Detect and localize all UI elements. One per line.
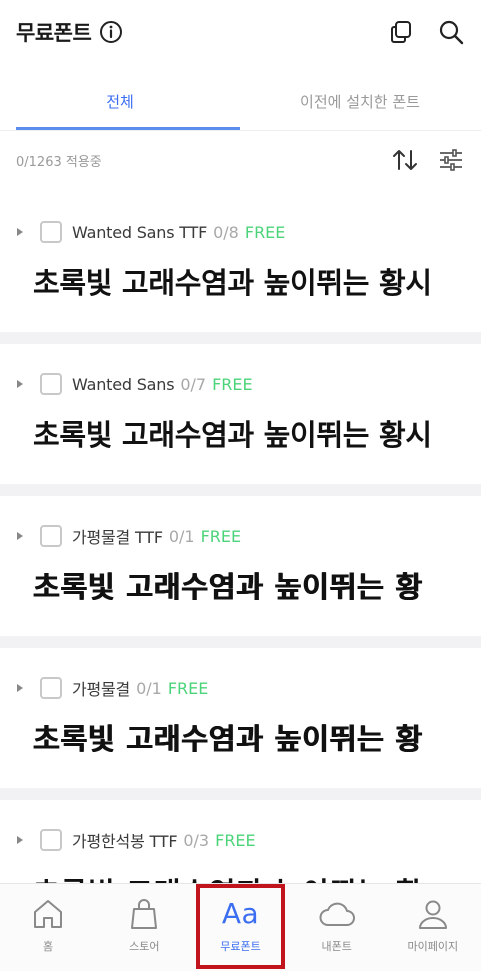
shopping-bag-icon	[124, 894, 164, 934]
font-item[interactable]: 가평물결 0/1 FREE 초록빛 고래수염과 높이뛰는 황	[0, 654, 481, 794]
filter-icon[interactable]	[437, 146, 465, 174]
font-item[interactable]: Wanted Sans TTF 0/8 FREE 초록빛 고래수염과 높이뛰는 …	[0, 198, 481, 338]
font-preview: 초록빛 고래수염과 높이뛰는 황	[33, 722, 423, 756]
home-icon	[28, 894, 68, 934]
font-count: 0/7	[180, 374, 207, 394]
separator	[0, 484, 481, 496]
expand-caret-icon[interactable]	[14, 682, 26, 694]
free-badge: FREE	[215, 830, 256, 850]
font-item[interactable]: 가평물결 TTF 0/1 FREE 초록빛 고래수염과 높이뛰는 황	[0, 502, 481, 642]
font-count: 0/1	[136, 678, 162, 698]
nav-free-fonts[interactable]: Aa 무료폰트	[192, 884, 288, 971]
free-badge: FREE	[167, 678, 209, 698]
font-count: 0/8	[213, 222, 239, 242]
cloud-icon	[317, 894, 357, 934]
font-preview: 초록빛 고래수염과 높이뛰는 황시	[33, 266, 432, 300]
expand-caret-icon[interactable]	[14, 834, 26, 846]
tab-divider	[0, 130, 481, 131]
font-item[interactable]: Wanted Sans 0/7 FREE 초록빛 고래수염과 높이뛰는 황시	[0, 350, 481, 490]
nav-label: 마이페이지	[407, 940, 459, 953]
nav-label: 홈	[43, 940, 54, 953]
font-count: 0/3	[183, 830, 210, 850]
font-name: 가평물결	[72, 680, 131, 699]
nav-my-fonts[interactable]: 내폰트	[289, 884, 385, 971]
separator	[0, 332, 481, 344]
person-icon	[413, 894, 453, 934]
tab-bar: 전체 이전에 설치한 폰트	[0, 72, 481, 130]
free-badge: FREE	[200, 526, 242, 546]
separator	[0, 788, 481, 800]
font-checkbox[interactable]	[40, 373, 62, 395]
expand-caret-icon[interactable]	[14, 530, 26, 542]
font-name: 가평물결 TTF	[72, 528, 163, 547]
font-name: Wanted Sans TTF	[72, 222, 208, 242]
expand-caret-icon[interactable]	[14, 226, 26, 238]
font-preview: 초록빛 고래수염과 높이뛰는 황	[33, 570, 423, 604]
applied-count: 0/1263 적용중	[16, 154, 102, 170]
font-preview: 초록빛 고래수염과 높이뛰는 황시	[33, 418, 432, 452]
search-icon[interactable]	[437, 18, 465, 46]
nav-my-page[interactable]: 마이페이지	[385, 884, 481, 971]
font-preview-clipped: 초록빛 고래수염과 높이뛰는 황	[33, 866, 473, 884]
separator	[0, 636, 481, 648]
nav-label: 스토어	[129, 940, 160, 953]
summary-row: 0/1263 적용중	[0, 142, 481, 178]
bottom-navigation: 홈 스토어 Aa 무료폰트 내폰트 마이페이지	[0, 883, 481, 971]
page-title: 무료폰트	[16, 21, 92, 45]
font-checkbox[interactable]	[40, 829, 62, 851]
font-checkbox[interactable]	[40, 525, 62, 547]
font-name: Wanted Sans	[72, 374, 175, 394]
free-badge: FREE	[244, 222, 286, 242]
font-aa-icon: Aa	[221, 897, 260, 930]
copy-icon[interactable]	[387, 18, 415, 46]
font-count: 0/1	[168, 526, 195, 546]
font-name: 가평한석봉 TTF	[72, 832, 178, 851]
tab-all[interactable]: 전체	[0, 72, 240, 130]
font-checkbox[interactable]	[40, 221, 62, 243]
sort-icon[interactable]	[391, 146, 419, 174]
font-checkbox[interactable]	[40, 677, 62, 699]
tab-previously-installed[interactable]: 이전에 설치한 폰트	[240, 72, 480, 130]
nav-label: 무료폰트	[220, 940, 261, 953]
nav-home[interactable]: 홈	[0, 884, 96, 971]
nav-label: 내폰트	[321, 940, 352, 953]
app-header: 무료폰트	[0, 0, 481, 64]
expand-caret-icon[interactable]	[14, 378, 26, 390]
nav-store[interactable]: 스토어	[96, 884, 192, 971]
font-preview: 초록빛 고래수염과 높이뛰는 황	[33, 870, 423, 884]
info-icon[interactable]	[99, 20, 123, 44]
free-badge: FREE	[212, 374, 253, 394]
